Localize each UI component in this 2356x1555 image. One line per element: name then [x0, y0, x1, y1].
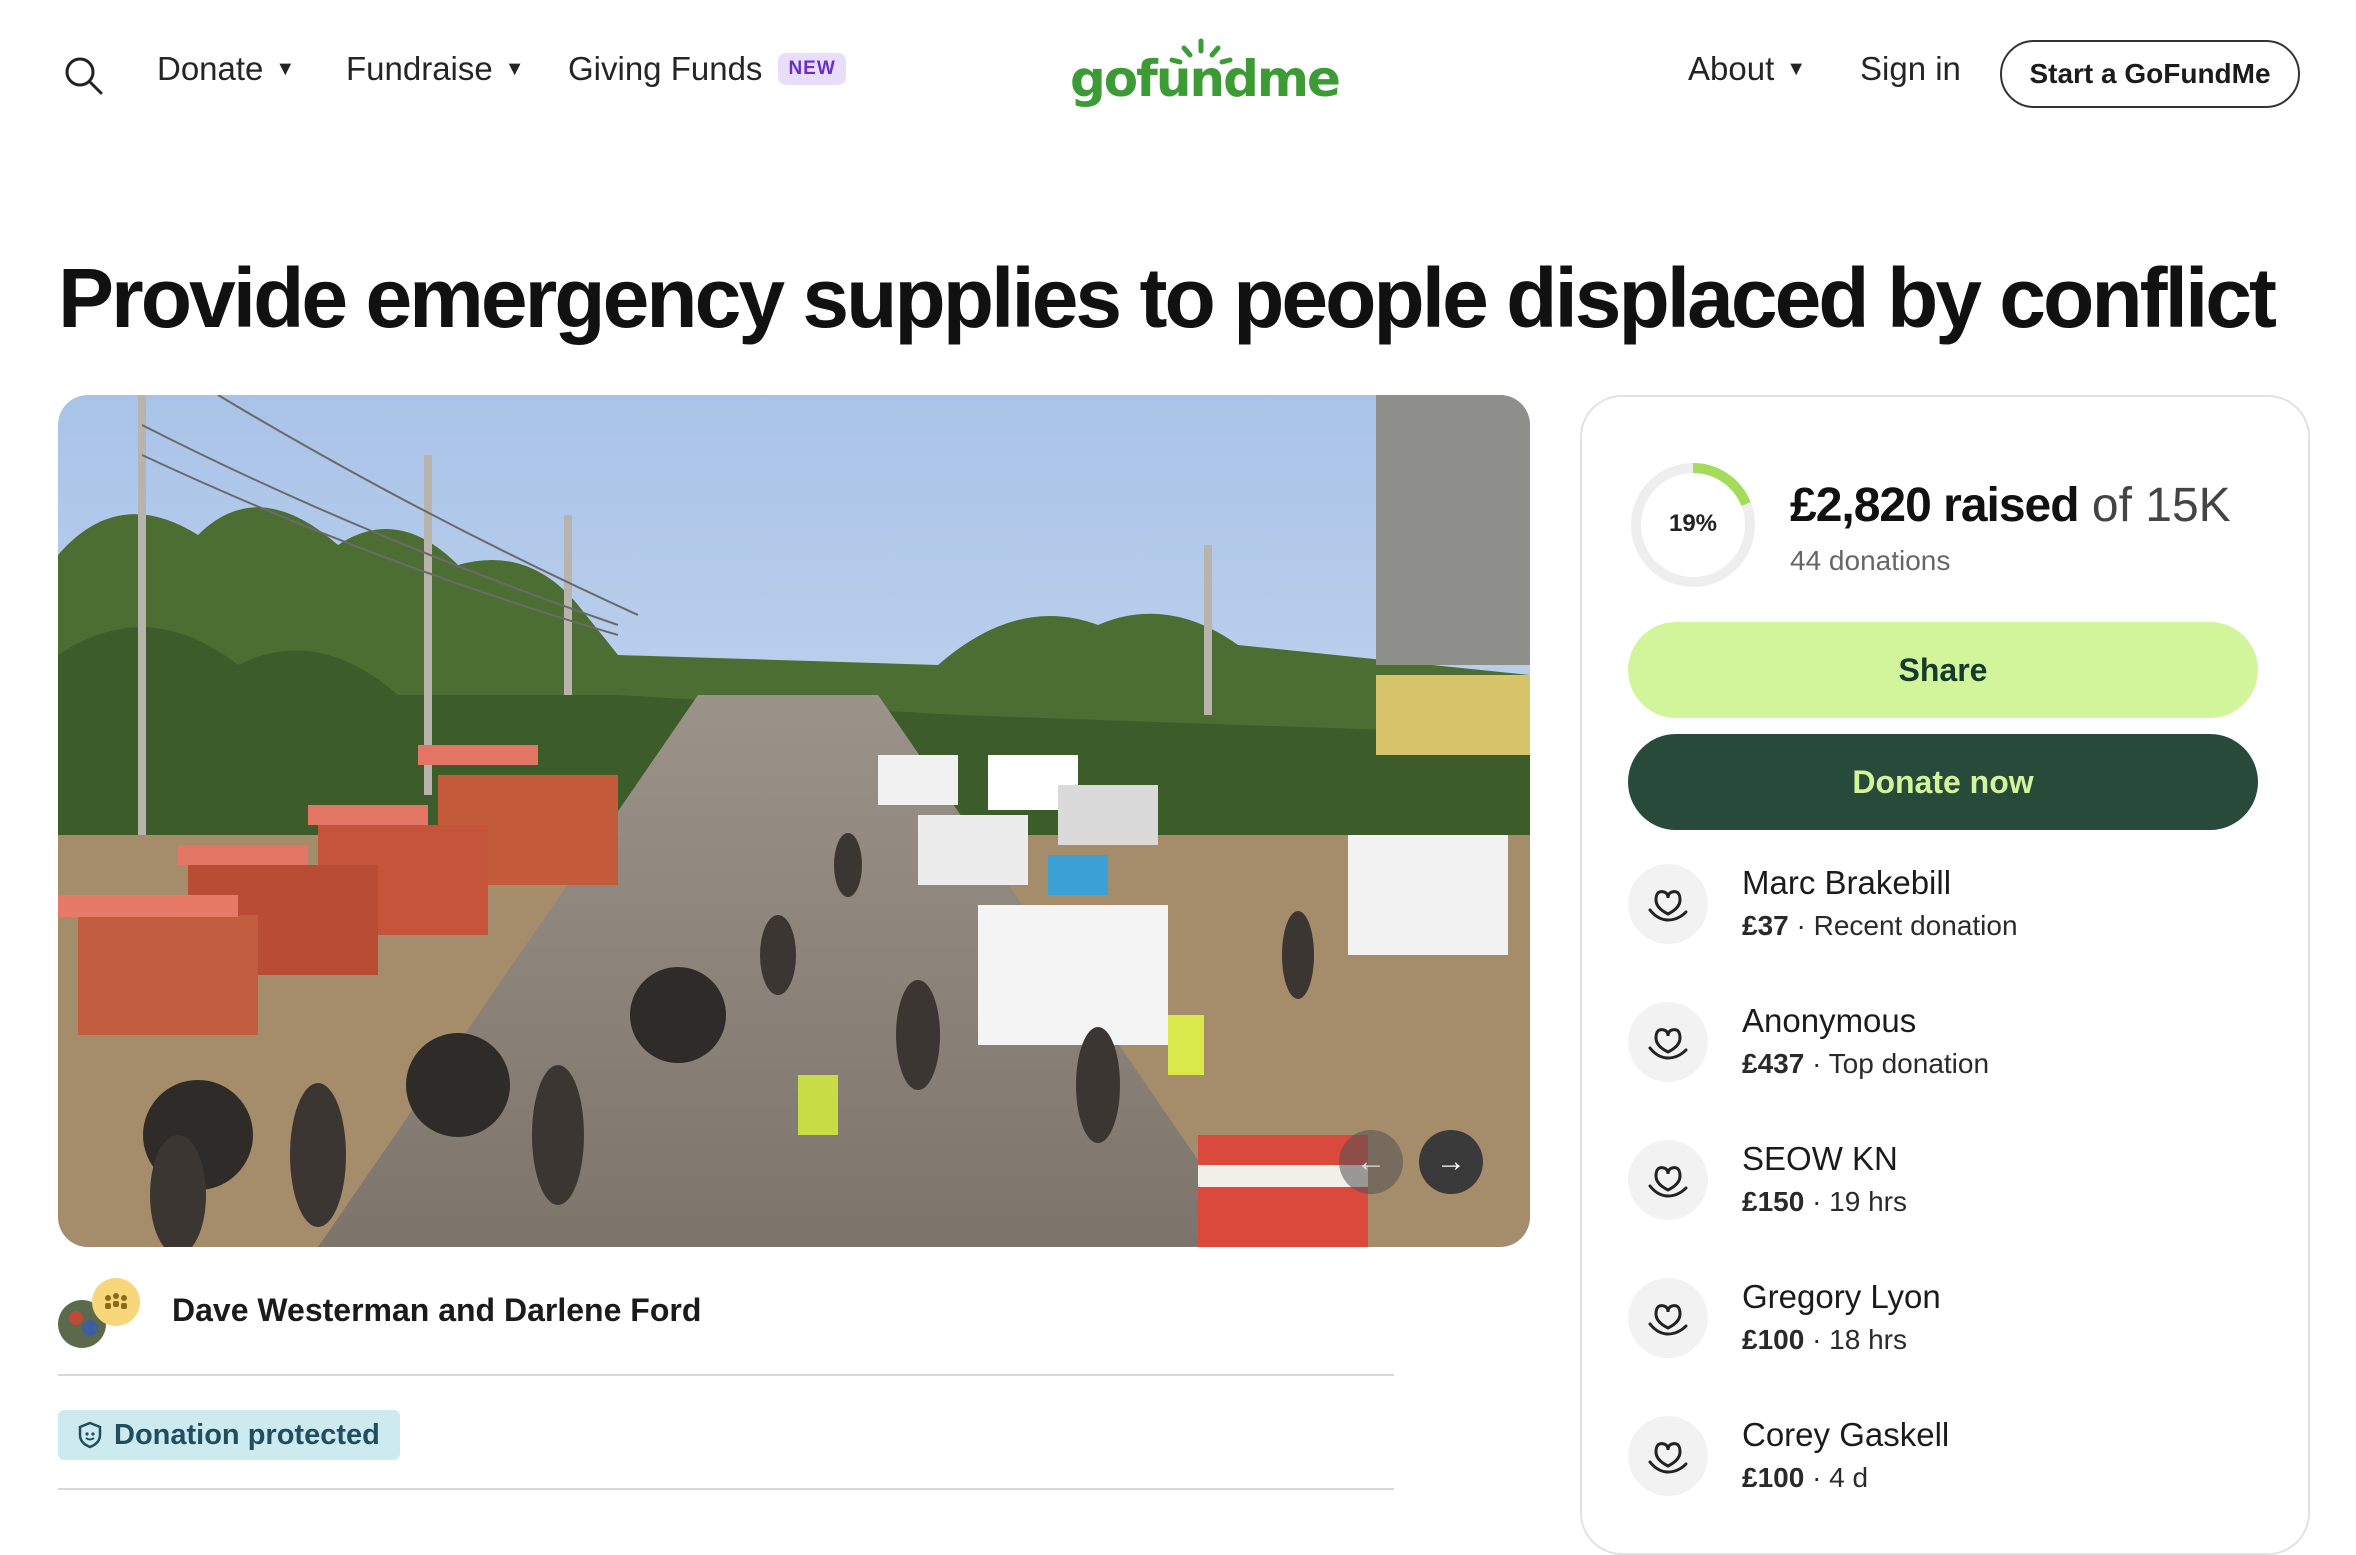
- arrow-left-icon: ←: [1356, 1145, 1386, 1178]
- arrow-right-icon: →: [1436, 1145, 1466, 1178]
- nav-donate-label: Donate: [157, 50, 264, 87]
- site-header: Donate ▼ Fundraise ▼ Giving Funds NEW go…: [0, 0, 2356, 150]
- nav-about-label: About: [1688, 50, 1775, 87]
- nav-fundraise-label: Fundraise: [346, 50, 493, 87]
- donation-protected-label: Donation protected: [114, 1418, 380, 1451]
- donor-detail: · 4 d: [1804, 1462, 1869, 1493]
- heart-hand-icon: [1628, 1416, 1708, 1496]
- donor-item: Marc Brakebill £37 · Recent donation: [1628, 864, 2278, 964]
- heart-hand-icon: [1628, 1278, 1708, 1358]
- donor-item: Gregory Lyon £100 · 18 hrs: [1628, 1278, 2278, 1378]
- donor-amount: £150: [1742, 1186, 1805, 1217]
- sign-in-link[interactable]: Sign in: [1860, 50, 1961, 88]
- donor-amount: £37: [1742, 910, 1789, 941]
- new-badge: NEW: [778, 53, 846, 85]
- campaign-photo[interactable]: [58, 395, 1530, 1247]
- nav-fundraise[interactable]: Fundraise ▼: [346, 50, 525, 88]
- donation-count[interactable]: 44 donations: [1790, 545, 1950, 577]
- chevron-down-icon: ▼: [275, 58, 296, 80]
- raised-amount: £2,820 raised: [1790, 479, 2080, 532]
- donate-now-button[interactable]: Donate now: [1628, 734, 2258, 830]
- carousel-prev-button[interactable]: ←: [1339, 1130, 1403, 1194]
- raised-goal: of 15K: [2091, 479, 2231, 532]
- donor-item: SEOW KN £150 · 19 hrs: [1628, 1140, 2278, 1240]
- heart-hand-icon: [1628, 1002, 1708, 1082]
- heart-hand-icon: [1628, 1140, 1708, 1220]
- photo-road-traffic: [58, 395, 1530, 1247]
- donor-detail: · 19 hrs: [1804, 1186, 1907, 1217]
- page-title: Provide emergency supplies to people dis…: [58, 251, 2277, 345]
- divider: [58, 1374, 1394, 1376]
- nav-about[interactable]: About ▼: [1688, 50, 1806, 88]
- heart-hand-icon: [1628, 864, 1708, 944]
- shield-icon: [78, 1421, 102, 1449]
- donor-detail: · 18 hrs: [1804, 1324, 1907, 1355]
- amount-raised: £2,820 raised of 15K: [1790, 478, 2231, 533]
- organizer-avatar[interactable]: [58, 1278, 142, 1350]
- chevron-down-icon: ▼: [1786, 58, 1807, 80]
- donor-detail: · Recent donation: [1788, 910, 2018, 941]
- donor-item: Anonymous £437 · Top donation: [1628, 1002, 2278, 1102]
- donor-meta: £100 · 18 hrs: [1742, 1324, 1907, 1356]
- gofundme-logo[interactable]: gofundme: [1070, 34, 1341, 114]
- donor-name: Corey Gaskell: [1742, 1416, 1950, 1453]
- progress-percent: 19%: [1668, 510, 1718, 537]
- chevron-down-icon: ▼: [504, 58, 525, 80]
- donor-meta: £37 · Recent donation: [1742, 910, 2018, 942]
- donor-meta: £437 · Top donation: [1742, 1048, 1989, 1080]
- donor-amount: £437: [1742, 1048, 1805, 1079]
- sign-in-label: Sign in: [1860, 50, 1961, 87]
- carousel-next-button[interactable]: →: [1419, 1130, 1483, 1194]
- organizer-name[interactable]: Dave Westerman and Darlene Ford: [172, 1292, 701, 1329]
- donor-amount: £100: [1742, 1324, 1805, 1355]
- donation-protected-badge[interactable]: Donation protected: [58, 1410, 400, 1460]
- start-gofundme-button[interactable]: Start a GoFundMe: [2000, 40, 2300, 108]
- donor-item: Corey Gaskell £100 · 4 d: [1628, 1416, 2278, 1516]
- donor-detail: · Top donation: [1804, 1048, 1990, 1079]
- divider: [58, 1488, 1394, 1490]
- share-button[interactable]: Share: [1628, 622, 2258, 718]
- donor-name: Marc Brakebill: [1742, 864, 1952, 901]
- nav-giving-funds[interactable]: Giving Funds NEW: [568, 50, 846, 88]
- donor-name: Anonymous: [1742, 1002, 1917, 1039]
- nav-donate[interactable]: Donate ▼: [157, 50, 295, 88]
- search-icon[interactable]: [62, 54, 104, 96]
- donor-name: SEOW KN: [1742, 1140, 1898, 1177]
- donor-meta: £100 · 4 d: [1742, 1462, 1868, 1494]
- nav-giving-funds-label: Giving Funds: [568, 50, 763, 87]
- donor-name: Gregory Lyon: [1742, 1278, 1941, 1315]
- donor-amount: £100: [1742, 1462, 1805, 1493]
- logo-text: gofundme: [1070, 50, 1341, 108]
- donor-meta: £150 · 19 hrs: [1742, 1186, 1907, 1218]
